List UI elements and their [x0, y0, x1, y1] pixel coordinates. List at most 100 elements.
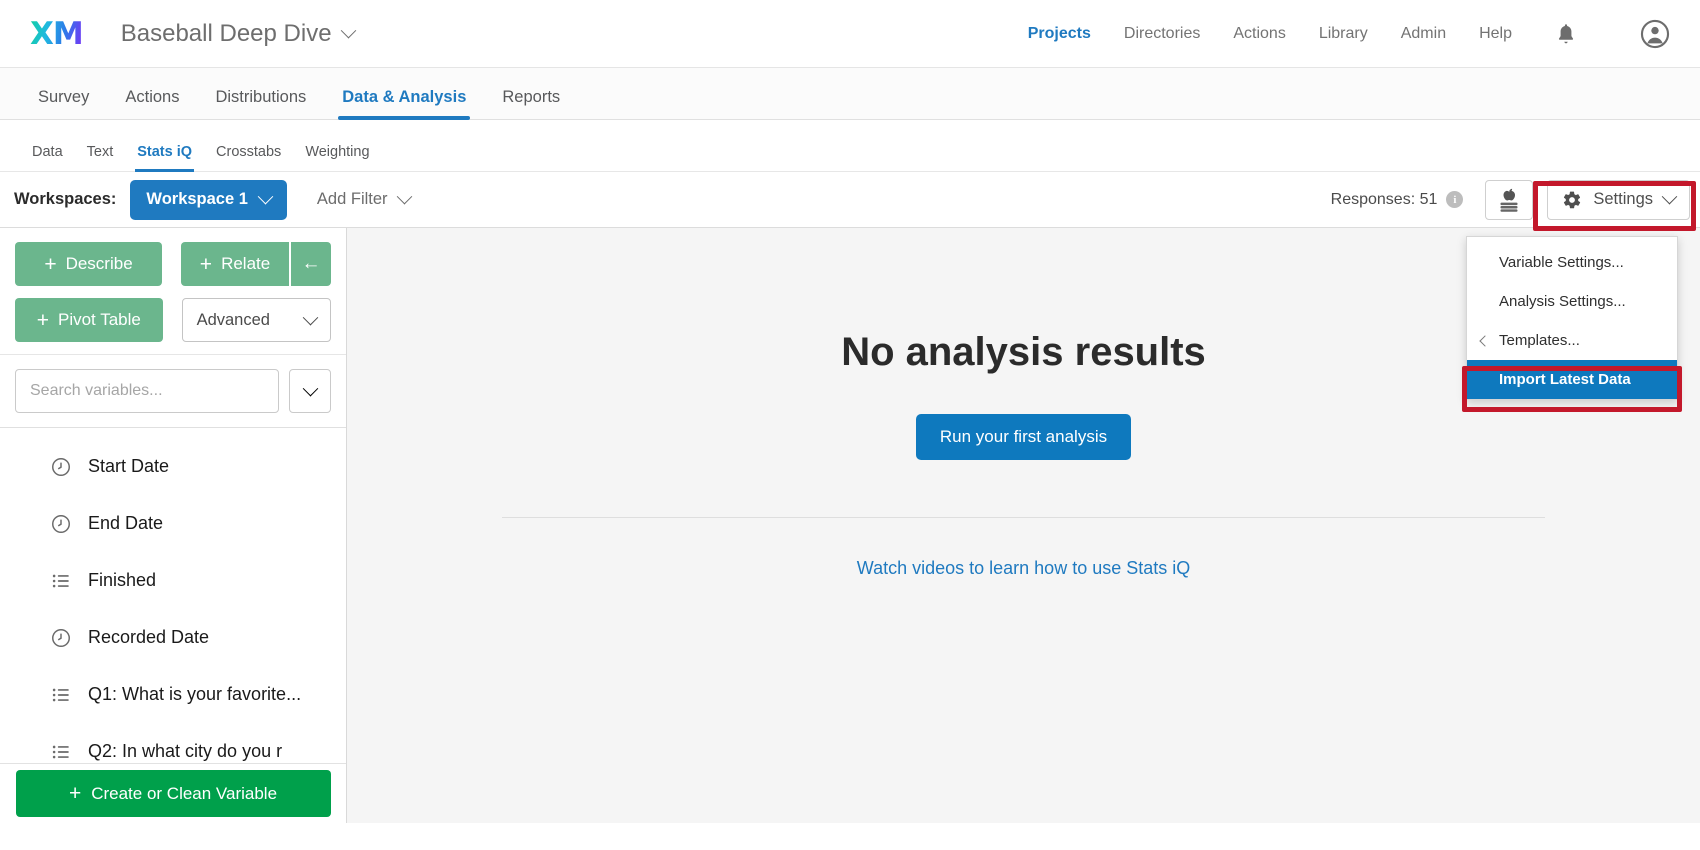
- create-or-clean-variable-button[interactable]: + Create or Clean Variable: [15, 770, 331, 817]
- global-nav: Projects Directories Actions Library Adm…: [1028, 17, 1672, 51]
- menu-item-templates[interactable]: Templates...: [1467, 321, 1677, 360]
- analysis-actions-row-1: + Describe + Relate ←: [15, 242, 331, 286]
- workspace-toolbar-right: Responses: 51 i Settings: [1330, 179, 1690, 220]
- date-clock-icon: [52, 628, 70, 647]
- secondary-tabbar: Data Text Stats iQ Crosstabs Weighting: [0, 120, 1700, 172]
- menu-item-import-latest-data[interactable]: Import Latest Data: [1467, 360, 1677, 399]
- subtab-stats-iq[interactable]: Stats iQ: [125, 144, 204, 172]
- watch-videos-link[interactable]: Watch videos to learn how to use Stats i…: [857, 558, 1191, 579]
- categorical-list-icon: [52, 745, 69, 758]
- global-header: XM Baseball Deep Dive Projects Directori…: [0, 0, 1700, 68]
- chevron-down-icon: [302, 309, 319, 325]
- list-item[interactable]: Start Date: [0, 438, 346, 495]
- settings-button[interactable]: Settings: [1547, 179, 1690, 220]
- xm-logo[interactable]: XM: [30, 16, 84, 52]
- list-item[interactable]: End Date: [0, 495, 346, 552]
- variable-search-block: [0, 355, 346, 428]
- workspace-selector[interactable]: Workspace 1: [130, 179, 287, 220]
- nav-projects[interactable]: Projects: [1028, 25, 1091, 43]
- search-filter-dropdown[interactable]: [289, 369, 331, 413]
- account-avatar-icon[interactable]: [1638, 17, 1672, 51]
- tab-survey[interactable]: Survey: [20, 88, 107, 119]
- empty-state-title: No analysis results: [841, 330, 1206, 374]
- list-item[interactable]: Finished: [0, 552, 346, 609]
- divider: [502, 517, 1545, 518]
- plus-icon: +: [36, 308, 49, 332]
- subtab-weighting[interactable]: Weighting: [293, 144, 381, 171]
- tab-actions[interactable]: Actions: [107, 88, 197, 119]
- variable-label: End Date: [88, 513, 164, 533]
- variable-label: Finished: [88, 570, 157, 590]
- bell-icon[interactable]: [1553, 21, 1579, 47]
- subtab-crosstabs[interactable]: Crosstabs: [204, 144, 293, 171]
- nav-directories[interactable]: Directories: [1124, 25, 1200, 43]
- variable-label: Q1: What is your favorite...: [88, 684, 302, 704]
- primary-tabbar: Survey Actions Distributions Data & Anal…: [0, 68, 1700, 120]
- menu-item-analysis-settings[interactable]: Analysis Settings...: [1467, 282, 1677, 321]
- settings-dropdown-menu: Variable Settings... Analysis Settings..…: [1466, 236, 1678, 400]
- plus-icon: +: [68, 781, 82, 805]
- list-item[interactable]: Q1: What is your favorite...: [0, 666, 346, 723]
- chevron-down-icon: [1661, 188, 1678, 205]
- chevron-down-icon: [396, 188, 412, 205]
- chevron-down-icon: [302, 380, 318, 396]
- add-filter-label: Add Filter: [316, 190, 388, 208]
- settings-label: Settings: [1593, 190, 1653, 208]
- categorical-list-icon: [52, 574, 69, 587]
- page-body: + Describe + Relate ← + Pivot Table Adva…: [0, 228, 1700, 823]
- subtab-data[interactable]: Data: [20, 144, 75, 171]
- variable-label: Q2: In what city do you r: [88, 741, 283, 761]
- workspaces-label: Workspaces:: [14, 190, 117, 208]
- list-item[interactable]: Recorded Date: [0, 609, 346, 666]
- date-clock-icon: [52, 514, 70, 533]
- tab-data-and-analysis[interactable]: Data & Analysis: [324, 88, 484, 120]
- sidebar-footer: + Create or Clean Variable: [0, 763, 346, 823]
- describe-button[interactable]: + Describe: [15, 242, 162, 286]
- pivot-table-button[interactable]: + Pivot Table: [15, 298, 163, 342]
- categorical-list-icon: [52, 688, 69, 701]
- tab-reports[interactable]: Reports: [484, 88, 578, 119]
- relate-back-arrow-button[interactable]: ←: [289, 242, 331, 286]
- run-first-analysis-button[interactable]: Run your first analysis: [915, 414, 1132, 460]
- project-title-text: Baseball Deep Dive: [120, 19, 332, 47]
- search-variables-input[interactable]: [15, 369, 279, 413]
- chevron-down-icon: [257, 188, 274, 205]
- menu-item-variable-settings[interactable]: Variable Settings...: [1467, 243, 1677, 282]
- menu-item-templates-label: Templates...: [1499, 332, 1580, 349]
- subtab-text[interactable]: Text: [75, 144, 126, 171]
- nav-admin[interactable]: Admin: [1401, 25, 1446, 43]
- nav-actions[interactable]: Actions: [1233, 25, 1285, 43]
- pivot-table-label: Pivot Table: [57, 310, 141, 329]
- nav-help[interactable]: Help: [1479, 25, 1512, 43]
- create-variable-label: Create or Clean Variable: [91, 783, 278, 803]
- workspace-toolbar: Workspaces: Workspace 1 Add Filter Respo…: [0, 172, 1700, 228]
- workspace-name: Workspace 1: [146, 190, 248, 208]
- stats-iq-page: XM Baseball Deep Dive Projects Directori…: [0, 0, 1700, 850]
- apple-on-books-icon: [1500, 188, 1518, 212]
- analysis-actions: + Describe + Relate ← + Pivot Table Adva…: [0, 228, 346, 355]
- settings-button-wrap: Settings: [1547, 179, 1690, 220]
- responses-count: Responses: 51: [1330, 190, 1438, 208]
- nav-library[interactable]: Library: [1319, 25, 1368, 43]
- analysis-actions-row-2: + Pivot Table Advanced: [15, 298, 331, 342]
- tutorial-button[interactable]: [1485, 179, 1534, 220]
- add-filter-button[interactable]: Add Filter: [316, 188, 412, 209]
- chevron-down-icon: [340, 22, 356, 39]
- variables-sidebar: + Describe + Relate ← + Pivot Table Adva…: [0, 228, 347, 823]
- describe-label: Describe: [65, 254, 133, 273]
- info-icon[interactable]: i: [1446, 191, 1464, 208]
- relate-button-group: + Relate ←: [181, 242, 331, 286]
- gear-icon: [1564, 191, 1581, 208]
- chevron-left-icon: [1479, 334, 1491, 347]
- plus-icon: +: [44, 252, 57, 276]
- variable-label: Recorded Date: [88, 627, 210, 647]
- advanced-label: Advanced: [196, 310, 270, 329]
- date-clock-icon: [52, 457, 70, 476]
- plus-icon: +: [199, 252, 213, 276]
- relate-button[interactable]: + Relate: [181, 242, 289, 286]
- advanced-dropdown[interactable]: Advanced: [181, 298, 331, 342]
- tab-distributions[interactable]: Distributions: [197, 88, 324, 119]
- project-title-dropdown[interactable]: Baseball Deep Dive: [120, 19, 356, 48]
- relate-label: Relate: [221, 254, 271, 273]
- variable-label: Start Date: [88, 456, 170, 476]
